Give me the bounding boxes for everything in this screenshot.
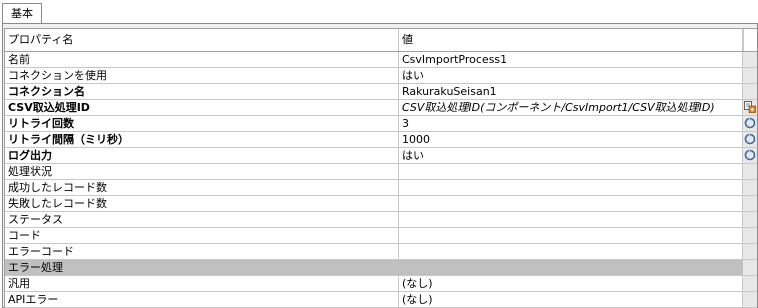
property-editor: 基本 プロパティ名 値 名前 CsvImportProcess1 コネクションを… [0, 0, 758, 308]
property-name: リトライ回数 [5, 116, 399, 131]
property-value[interactable]: (なし) [399, 276, 743, 291]
property-value[interactable] [399, 164, 743, 179]
property-row-connection-name[interactable]: コネクション名 RakurakuSeisan1 [5, 84, 757, 100]
row-button-cell [743, 196, 757, 211]
header-property-name[interactable]: プロパティ名 [5, 29, 399, 51]
property-value[interactable] [399, 180, 743, 195]
reset-button[interactable] [743, 132, 757, 147]
header-button-column [743, 29, 757, 51]
row-button-cell [743, 276, 757, 291]
property-value[interactable]: 1000 [399, 132, 743, 147]
property-name: CSV取込処理ID [5, 100, 399, 115]
property-row-error-code[interactable]: エラーコード [5, 244, 757, 260]
property-row-processing-status[interactable]: 処理状況 [5, 164, 757, 180]
property-row-general[interactable]: 汎用 (なし) [5, 276, 757, 292]
row-button-cell [743, 212, 757, 227]
property-value[interactable]: CSV取込処理ID(コンポーネント/CsvImport1/CSV取込処理ID) [399, 100, 743, 115]
row-button-cell [743, 180, 757, 195]
property-value[interactable] [399, 244, 743, 259]
property-value[interactable] [399, 228, 743, 243]
property-row-retry-count[interactable]: リトライ回数 3 [5, 116, 757, 132]
reset-button[interactable] [743, 148, 757, 163]
property-row-csv-import-id[interactable]: CSV取込処理ID CSV取込処理ID(コンポーネント/CsvImport1/C… [5, 100, 757, 116]
edit-reference-button[interactable] [743, 100, 757, 115]
category-row-error-handling[interactable]: エラー処理 [5, 260, 757, 276]
property-row-success-count[interactable]: 成功したレコード数 [5, 180, 757, 196]
row-button-cell [743, 164, 757, 179]
property-name: コネクションを使用 [5, 68, 399, 83]
property-row-log-output[interactable]: ログ出力 はい [5, 148, 757, 164]
property-row-use-connection[interactable]: コネクションを使用 はい [5, 68, 757, 84]
row-button-cell [743, 292, 757, 307]
grid-header: プロパティ名 値 [5, 29, 757, 52]
tab-bar: 基本 [0, 0, 758, 24]
property-name: コード [5, 228, 399, 243]
row-button-cell [743, 244, 757, 259]
edit-reference-icon [744, 101, 756, 113]
property-name: エラーコード [5, 244, 399, 259]
property-name: APIエラー [5, 292, 399, 307]
row-button-cell [743, 52, 757, 67]
property-row-api-error[interactable]: APIエラー (なし) [5, 292, 757, 308]
property-name: ログ出力 [5, 148, 399, 163]
property-row-code[interactable]: コード [5, 228, 757, 244]
property-name: 名前 [5, 52, 399, 67]
category-value [399, 260, 743, 275]
property-name: 成功したレコード数 [5, 180, 399, 195]
property-grid: プロパティ名 値 名前 CsvImportProcess1 コネクションを使用 … [4, 28, 757, 308]
property-row-retry-interval[interactable]: リトライ間隔（ミリ秒） 1000 [5, 132, 757, 148]
reset-icon [744, 133, 756, 145]
row-button-cell [743, 84, 757, 99]
property-name: 汎用 [5, 276, 399, 291]
property-value[interactable]: はい [399, 68, 743, 83]
property-value[interactable]: RakurakuSeisan1 [399, 84, 743, 99]
reset-button[interactable] [743, 116, 757, 131]
property-value[interactable]: CsvImportProcess1 [399, 52, 743, 67]
property-value[interactable] [399, 212, 743, 227]
property-row-failure-count[interactable]: 失敗したレコード数 [5, 196, 757, 212]
property-name: 失敗したレコード数 [5, 196, 399, 211]
reset-icon [744, 149, 756, 161]
property-value[interactable]: 3 [399, 116, 743, 131]
row-button-cell [743, 260, 757, 275]
property-name: リトライ間隔（ミリ秒） [5, 132, 399, 147]
property-value[interactable] [399, 196, 743, 211]
tab-basic[interactable]: 基本 [2, 3, 42, 23]
header-value[interactable]: 値 [399, 29, 743, 51]
property-name: 処理状況 [5, 164, 399, 179]
property-value[interactable]: はい [399, 148, 743, 163]
reset-icon [744, 117, 756, 129]
property-name: ステータス [5, 212, 399, 227]
property-value[interactable]: (なし) [399, 292, 743, 307]
property-row-status[interactable]: ステータス [5, 212, 757, 228]
row-button-cell [743, 228, 757, 243]
category-name: エラー処理 [5, 260, 399, 275]
property-name: コネクション名 [5, 84, 399, 99]
row-button-cell [743, 68, 757, 83]
property-row-name[interactable]: 名前 CsvImportProcess1 [5, 52, 757, 68]
